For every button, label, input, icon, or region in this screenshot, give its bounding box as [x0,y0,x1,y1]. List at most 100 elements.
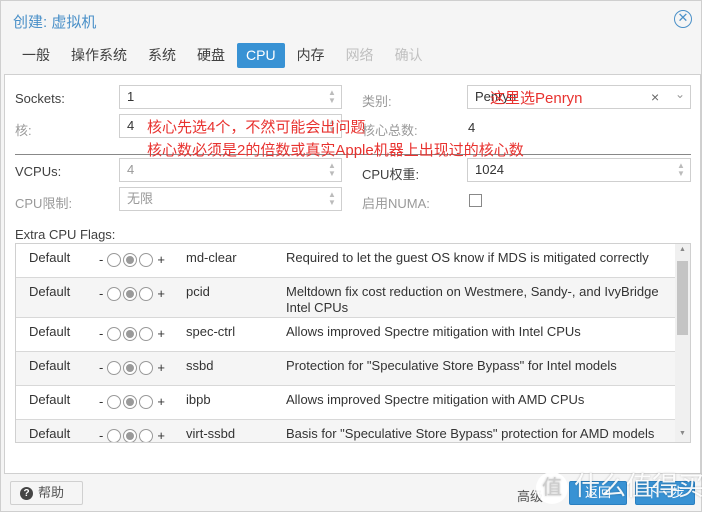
radio-off[interactable] [107,394,122,409]
watermark-badge: 值 [536,472,568,505]
help-label: 帮助 [38,485,65,500]
scrollbar-thumb[interactable] [677,261,688,335]
flag-description: Allows improved Spectre mitigation with … [286,324,581,339]
vcpus-input[interactable]: 4 ▲ ▼ [119,158,342,182]
watermark: 值什么值得买 [536,466,702,505]
cores-label: 核: [15,123,32,138]
radio-on[interactable] [139,394,154,409]
flag-row: Default - + spec-ctrl Allows improved Spectr… [16,318,675,352]
spinner-icon[interactable]: ▲ ▼ [327,191,337,207]
cpu-weight-label: CPU权重: [362,167,420,182]
vcpus-label: VCPUs: [15,164,62,179]
spinner-icon[interactable]: ▲ ▼ [676,162,686,178]
radio-off[interactable] [107,326,122,341]
flag-state: Default [29,358,71,373]
radio-default[interactable] [123,428,138,442]
annotation-cores-note: 核心先选4个，不然可能会出问题 [147,119,366,136]
cpu-weight-input[interactable]: 1024 ▲ ▼ [467,158,691,182]
annotation-cores-note-2: 核心数必须是2的倍数或真实Apple机器上出现过的核心数 [147,142,524,159]
wizard-tabs: 一般 操作系统 系统 硬盘 CPU 内存 网络 确认 [13,43,435,69]
sockets-input[interactable]: 1 ▲ ▼ [119,85,342,109]
plus-label: + [157,326,165,341]
spinner-icon[interactable]: ▲ ▼ [327,162,337,178]
radio-on[interactable] [139,360,154,375]
clear-icon[interactable]: × [651,86,659,108]
create-vm-dialog: 创建: 虚拟机 ✕ 一般 操作系统 系统 硬盘 CPU 内存 网络 确认 Soc… [0,0,702,512]
minus-label: - [99,428,104,443]
radio-on[interactable] [139,428,154,442]
annotation-type-note: 这里选Penryn [490,90,583,107]
tri-state-toggle: - + [96,360,168,375]
total-cores-value: 4 [468,120,476,135]
radio-off[interactable] [107,252,122,267]
spinner-icon[interactable]: ▲ ▼ [327,89,337,105]
radio-on[interactable] [139,252,154,267]
help-button[interactable]: ? 帮助 [10,481,83,505]
minus-label: - [99,252,104,267]
flag-row: Default - + virt-ssbd Basis for "Speculative… [16,420,675,443]
flag-name: virt-ssbd [186,426,236,441]
tri-state-toggle: - + [96,326,168,341]
radio-off[interactable] [107,286,122,301]
flag-name: ibpb [186,392,211,407]
plus-label: + [157,428,165,443]
chevron-down-icon[interactable]: ⌄ [675,83,685,105]
tri-state-toggle: - + [96,428,168,443]
flag-state: Default [29,426,71,441]
radio-default[interactable] [123,394,138,409]
plus-label: + [157,360,165,375]
type-label: 类别: [362,94,392,109]
flag-name: spec-ctrl [186,324,236,339]
radio-on[interactable] [139,326,154,341]
cores-value: 4 [127,118,135,133]
radio-default[interactable] [123,286,138,301]
tab-system[interactable]: 系统 [139,43,185,68]
numa-checkbox[interactable] [469,194,482,207]
radio-on[interactable] [139,286,154,301]
plus-label: + [157,286,165,301]
sockets-value: 1 [127,89,135,104]
flag-state: Default [29,324,71,339]
scrollbar[interactable]: ▲ ▼ [675,244,690,442]
flag-state: Default [29,250,71,265]
dialog-title: 创建: 虚拟机 [13,14,97,31]
close-icon[interactable]: ✕ [674,10,692,28]
plus-label: + [157,252,165,267]
cpu-panel: Sockets: 1 ▲ ▼ 类别: Penryn × ⌄ 核: 4 ▲ ▼ 核心总… [4,74,701,474]
minus-label: - [99,360,104,375]
tab-disk[interactable]: 硬盘 [188,43,234,68]
minus-label: - [99,394,104,409]
minus-label: - [99,286,104,301]
flag-description: Protection for "Speculative Store Bypass… [286,358,617,373]
cpu-limit-input[interactable]: 无限 ▲ ▼ [119,187,342,211]
cpu-flags-grid: Default - + md-clear Required to let the gue… [15,243,691,443]
tab-cpu[interactable]: CPU [237,43,285,68]
minus-label: - [99,326,104,341]
tab-network: 网络 [345,47,374,63]
scroll-up-icon[interactable]: ▲ [675,246,690,253]
extra-flags-label: Extra CPU Flags: [15,227,116,242]
cpu-limit-value: 无限 [127,191,154,206]
radio-default[interactable] [123,360,138,375]
scroll-down-icon[interactable]: ▼ [675,430,690,437]
radio-default[interactable] [123,326,138,341]
tab-os[interactable]: 操作系统 [62,43,136,68]
tri-state-toggle: - + [96,286,168,301]
radio-default[interactable] [123,252,138,267]
flag-row: Default - + ssbd Protection for "Speculative… [16,352,675,386]
total-cores-label: 核心总数: [362,123,418,138]
radio-off[interactable] [107,360,122,375]
flag-name: pcid [186,284,210,299]
tab-confirm: 确认 [394,47,423,63]
tab-memory[interactable]: 内存 [288,43,334,68]
sockets-label: Sockets: [15,91,65,106]
flag-description: Basis for "Speculative Store Bypass" pro… [286,426,655,441]
flag-row: Default - + ibpb Allows improved Spectre mit… [16,386,675,420]
flag-row: Default - + pcid Meltdown fix cost reduction… [16,278,675,318]
plus-label: + [157,394,165,409]
radio-off[interactable] [107,428,122,442]
watermark-text: 什么值得买 [574,471,702,501]
numa-label: 启用NUMA: [362,196,430,211]
cpu-weight-value: 1024 [475,162,504,177]
tab-general[interactable]: 一般 [13,43,59,68]
